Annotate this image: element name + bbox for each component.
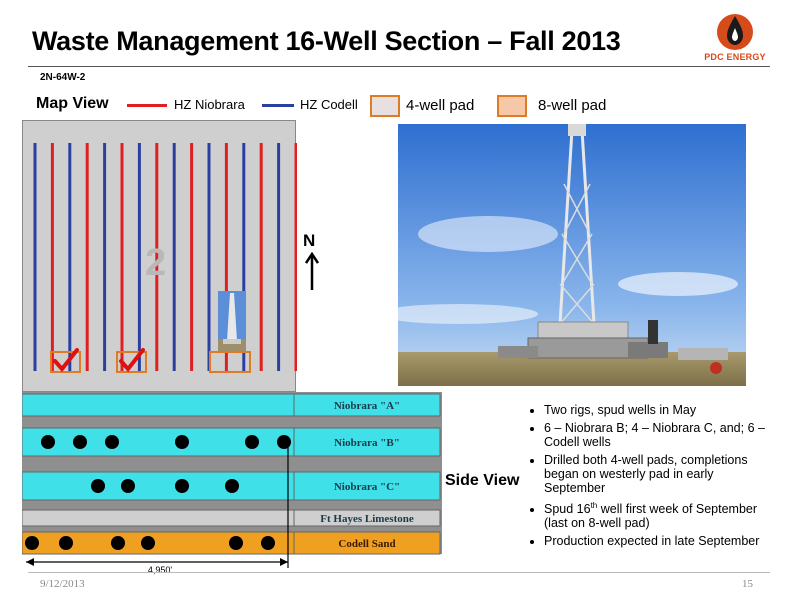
formation-name: Ft Hayes Limestone bbox=[320, 513, 414, 525]
drilling-rig-photo bbox=[398, 124, 746, 386]
pad8-legend-label: 8-well pad bbox=[538, 97, 607, 114]
note-item: 6 – Niobrara B; 4 – Niobrara C, and; 6 –… bbox=[544, 421, 768, 449]
page-number: 15 bbox=[742, 578, 753, 590]
formation-name: Codell Sand bbox=[338, 538, 395, 550]
note-item: Spud 16th well first week of September (… bbox=[544, 499, 768, 530]
side-view-diagram: Niobrara "A" Niobrara "B" Niobrara "C" Ft H… bbox=[21, 392, 452, 576]
page-title: Waste Management 16-Well Section – Fall … bbox=[32, 26, 621, 56]
wellbore-dot bbox=[277, 435, 291, 449]
logo-text: PDC ENERGY bbox=[704, 52, 766, 62]
wellbore-dot bbox=[25, 536, 39, 550]
formation-layer bbox=[21, 393, 295, 417]
note-item: Two rigs, spud wells in May bbox=[544, 403, 768, 417]
wellbore-dot bbox=[229, 536, 243, 550]
pad4-legend-label: 4-well pad bbox=[406, 97, 475, 114]
wellbore-dot bbox=[245, 435, 259, 449]
note-item: Drilled both 4-well pads, completions be… bbox=[544, 453, 768, 495]
wellbore-dot bbox=[261, 536, 275, 550]
niobrara-legend-line bbox=[127, 104, 167, 107]
side-view-label: Side View bbox=[445, 472, 520, 489]
formation-name: Niobrara "B" bbox=[334, 437, 400, 449]
pad4-legend-box bbox=[370, 95, 400, 117]
niobrara-legend-label: HZ Niobrara bbox=[174, 97, 245, 112]
formation-layer bbox=[21, 471, 295, 501]
notes-list: Two rigs, spud wells in May 6 – Niobrara… bbox=[530, 403, 768, 552]
footer-date: 9/12/2013 bbox=[40, 578, 85, 590]
wellbore-dot bbox=[111, 536, 125, 550]
wellbore-dot bbox=[121, 479, 135, 493]
codell-legend-label: HZ Codell bbox=[300, 97, 358, 112]
pad8-legend-box bbox=[497, 95, 527, 117]
wellbore-dot bbox=[105, 435, 119, 449]
note-item: Production expected in late September bbox=[544, 534, 768, 548]
rig-thumbnail bbox=[218, 291, 246, 351]
north-arrow-icon bbox=[305, 252, 319, 290]
wellbore-dot bbox=[73, 435, 87, 449]
codell-legend-line bbox=[262, 104, 294, 107]
formation-name: Niobrara "A" bbox=[334, 400, 400, 412]
formation-name: Niobrara "C" bbox=[334, 481, 400, 493]
section-number: 2 bbox=[145, 242, 166, 284]
distance-label: 4,950' bbox=[148, 565, 173, 575]
wellbore-dot bbox=[41, 435, 55, 449]
company-logo: PDC ENERGY bbox=[700, 8, 770, 64]
section-id: 2N-64W-2 bbox=[40, 72, 86, 83]
wellbore-dot bbox=[91, 479, 105, 493]
footer-divider bbox=[28, 572, 770, 573]
well-map: 2 bbox=[33, 143, 298, 373]
wellbore-dot bbox=[175, 479, 189, 493]
header-divider bbox=[28, 66, 770, 67]
flame-drop-icon bbox=[717, 14, 753, 50]
map-view: 2 bbox=[22, 120, 298, 392]
wellbore-dot bbox=[59, 536, 73, 550]
wellbore-dot bbox=[225, 479, 239, 493]
wellbore-dot bbox=[141, 536, 155, 550]
formation-layer bbox=[21, 509, 295, 527]
wellbore-dot bbox=[175, 435, 189, 449]
north-label: N bbox=[303, 231, 316, 250]
map-view-label: Map View bbox=[36, 95, 109, 112]
